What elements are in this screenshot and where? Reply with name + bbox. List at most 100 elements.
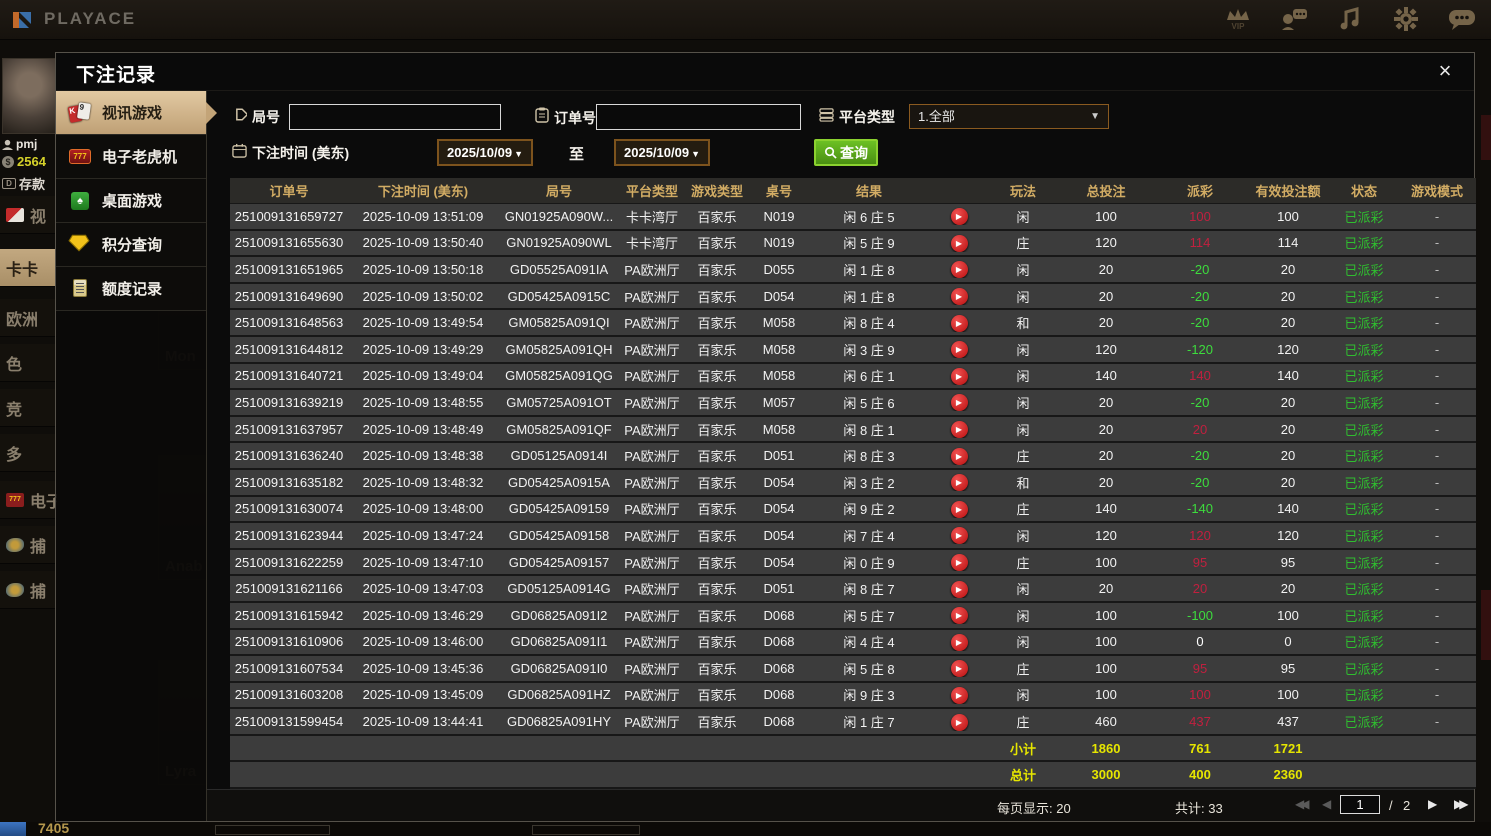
- replay-button[interactable]: ▶: [950, 607, 968, 625]
- fish-icon: [6, 582, 24, 597]
- table-row: 251009131639219 2025-10-09 13:48:55 GM05…: [230, 390, 1476, 417]
- replay-button[interactable]: ▶: [950, 394, 968, 412]
- total-row: 总计 3000 400 2360: [230, 762, 1476, 790]
- bottom-blue-tile[interactable]: [0, 822, 26, 836]
- settings-gear-icon[interactable]: [1391, 4, 1421, 34]
- column-header: 派彩: [1186, 184, 1213, 199]
- replay-button[interactable]: ▶: [950, 660, 968, 678]
- column-header: 玩法: [1009, 184, 1036, 199]
- replay-button[interactable]: ▶: [950, 554, 968, 572]
- replay-button[interactable]: ▶: [950, 288, 968, 306]
- avatar[interactable]: [2, 58, 57, 134]
- play-icon: ▶: [955, 637, 963, 647]
- page-number-input[interactable]: 1: [1340, 795, 1380, 814]
- date-to-select[interactable]: 2025/10/09 ▼: [614, 139, 710, 166]
- last-page-icon[interactable]: ▶▶: [1454, 797, 1469, 811]
- support-chat-icon[interactable]: [1279, 4, 1309, 34]
- tab-label: 额度记录: [102, 281, 163, 298]
- chevron-down-icon: ▼: [691, 149, 700, 159]
- brand-logo: PLAYACE: [10, 6, 136, 32]
- tab-积分查询[interactable]: 积分查询: [56, 223, 206, 267]
- table-footer: 每页显示: 20 共计: 33 ◀◀ ◀ 1 / 2 ▶ ▶▶: [207, 789, 1474, 821]
- tab-label: 视讯游戏: [102, 105, 163, 122]
- page-total: 2: [1403, 798, 1411, 813]
- replay-button[interactable]: ▶: [950, 686, 968, 704]
- replay-button[interactable]: ▶: [950, 421, 968, 439]
- tag-icon: [232, 107, 249, 127]
- replay-button[interactable]: ▶: [950, 527, 968, 545]
- bet-time-label: 下注时间 (美东): [252, 145, 350, 161]
- tab-视讯游戏[interactable]: K 9 视讯游戏: [56, 91, 206, 135]
- table-row: 251009131630074 2025-10-09 13:48:00 GD05…: [230, 496, 1476, 524]
- column-header: 结果: [855, 184, 882, 199]
- tab-额度记录[interactable]: 额度记录: [56, 267, 206, 311]
- tab-桌面游戏[interactable]: ♠ 桌面游戏: [56, 179, 206, 223]
- vip-icon[interactable]: VIP: [1223, 4, 1253, 34]
- search-icon: [825, 147, 837, 159]
- play-icon: ▶: [955, 238, 963, 248]
- lobby-menu-label: 捕: [30, 538, 47, 556]
- lobby-menu-item[interactable]: 多: [0, 434, 57, 472]
- replay-button[interactable]: ▶: [950, 474, 968, 492]
- lobby-menu-item[interactable]: 欧洲: [0, 299, 57, 337]
- replay-button[interactable]: ▶: [950, 234, 968, 252]
- deposit-button[interactable]: D 存款: [2, 174, 45, 193]
- next-page-icon[interactable]: ▶: [1428, 797, 1437, 811]
- lobby-menu-item[interactable]: 色: [0, 344, 57, 382]
- replay-button[interactable]: ▶: [950, 367, 968, 385]
- calendar-icon: [232, 143, 247, 163]
- dialog-tab-column: K 9 视讯游戏 777 电子老虎机 ♠ 桌面游戏 积分查询额度记录: [56, 91, 206, 821]
- table-header-row: 订单号 下注时间 (美东) 局号 平台类型 游戏类型 桌号 结果 玩法 总投注 派彩 有效投注额 状态…: [230, 178, 1476, 204]
- table-row: 251009131635182 2025-10-09 13:48:32 GD05…: [230, 469, 1476, 497]
- bet-records-table: 订单号 下注时间 (美东) 局号 平台类型 游戏类型 桌号 结果 玩法 总投注 派彩 有效投注额 状态…: [230, 178, 1476, 790]
- play-icon: ▶: [955, 318, 963, 328]
- slot-icon: 777: [68, 146, 94, 168]
- table-row: 251009131603208 2025-10-09 13:45:09 GD06…: [230, 682, 1476, 710]
- replay-button[interactable]: ▶: [950, 713, 968, 731]
- subtotal-row: 小计 1860 761 1721: [230, 735, 1476, 763]
- replay-button[interactable]: ▶: [950, 633, 968, 651]
- tab-电子老虎机[interactable]: 777 电子老虎机: [56, 135, 206, 179]
- table-row: 251009131599454 2025-10-09 13:44:41 GD06…: [230, 709, 1476, 736]
- date-from-select[interactable]: 2025/10/09 ▼: [437, 139, 533, 166]
- column-header: 订单号: [269, 184, 309, 199]
- replay-button[interactable]: ▶: [950, 580, 968, 598]
- order-no-input[interactable]: [596, 104, 801, 130]
- play-icon: ▶: [955, 371, 963, 381]
- replay-button[interactable]: ▶: [950, 341, 968, 359]
- replay-button[interactable]: ▶: [950, 314, 968, 332]
- close-icon[interactable]: ×: [1432, 58, 1458, 84]
- per-page-label: 每页显示: 20: [997, 801, 1071, 816]
- search-button[interactable]: 查询: [814, 139, 878, 166]
- lobby-menu-item[interactable]: 捕: [0, 571, 57, 609]
- replay-button[interactable]: ▶: [950, 500, 968, 518]
- dialog-title-bar: 下注记录 ×: [56, 53, 1474, 91]
- replay-button[interactable]: ▶: [950, 208, 968, 226]
- platform-type-label: 平台类型: [839, 109, 895, 125]
- table-row: 251009131649690 2025-10-09 13:50:02 GD05…: [230, 283, 1476, 311]
- replay-button[interactable]: ▶: [950, 261, 968, 279]
- user-icon: [2, 139, 13, 150]
- lobby-menu-item[interactable]: 捕: [0, 526, 57, 564]
- play-icon: ▶: [955, 292, 963, 302]
- play-icon: ▶: [955, 398, 963, 408]
- replay-button[interactable]: ▶: [950, 447, 968, 465]
- round-no-input[interactable]: [289, 104, 501, 130]
- first-page-icon[interactable]: ◀◀: [1295, 797, 1310, 811]
- lobby-menu-item[interactable]: 777 电子: [0, 481, 57, 519]
- deposit-icon: D: [2, 178, 16, 189]
- play-icon: ▶: [955, 611, 963, 621]
- lobby-background-fragment: [1481, 115, 1491, 160]
- lobby-menu-item[interactable]: 视: [0, 196, 57, 234]
- table-row: 251009131640721 2025-10-09 13:49:04 GM05…: [230, 363, 1476, 391]
- platform-type-select[interactable]: 1.全部 ▼: [909, 104, 1109, 129]
- lobby-menu-item[interactable]: 竞: [0, 389, 57, 427]
- chat-bubbles-icon[interactable]: [1447, 4, 1477, 34]
- table-row: 251009131615942 2025-10-09 13:46:29 GD06…: [230, 602, 1476, 630]
- music-note-icon[interactable]: [1335, 4, 1365, 34]
- table-row: 251009131621166 2025-10-09 13:47:03 GD05…: [230, 576, 1476, 603]
- prev-page-icon[interactable]: ◀: [1322, 797, 1331, 811]
- play-icon: ▶: [955, 451, 963, 461]
- cards-icon: [6, 207, 24, 222]
- lobby-menu-item[interactable]: 卡卡: [0, 249, 57, 287]
